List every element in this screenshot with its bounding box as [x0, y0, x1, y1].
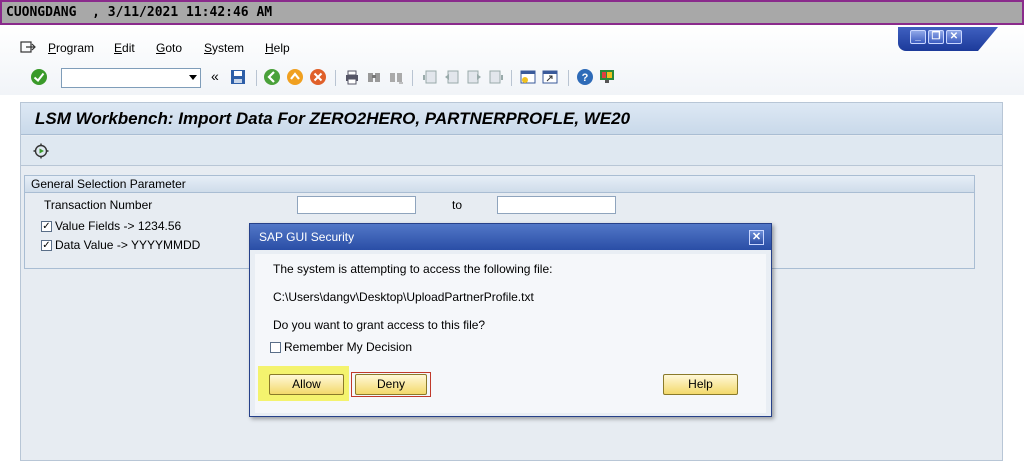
application-toolbar	[21, 136, 1002, 166]
help-icon[interactable]: ?	[576, 68, 594, 86]
page-title: LSM Workbench: Import Data For ZERO2HERO…	[35, 109, 631, 128]
customize-layout-icon[interactable]	[598, 68, 616, 86]
restore-button[interactable]: ❐	[928, 30, 944, 44]
print-icon[interactable]	[343, 68, 361, 86]
title-bar: CUONGDANG , 3/11/2021 11:42:46 AM	[0, 0, 1024, 25]
dialog-message: The system is attempting to access the f…	[273, 262, 553, 276]
toolbar-separator	[568, 70, 569, 86]
command-field[interactable]	[61, 68, 201, 88]
next-page-icon[interactable]	[465, 68, 483, 86]
dialog-close-button[interactable]: ✕	[749, 230, 764, 245]
cancel-icon[interactable]	[309, 68, 327, 86]
svg-text:?: ?	[582, 72, 589, 84]
menu-program[interactable]: Program	[48, 41, 94, 55]
deny-button-label: Deny	[376, 377, 405, 391]
collapse-command-field-button[interactable]: «	[211, 68, 219, 84]
remember-decision-checkbox[interactable]	[270, 342, 281, 353]
toolbar-separator	[335, 70, 336, 86]
allow-button[interactable]: Allow	[269, 374, 344, 395]
value-fields-label: Value Fields -> 1234.56	[55, 219, 182, 233]
transaction-number-from-input[interactable]	[297, 196, 416, 214]
find-icon[interactable]	[365, 68, 383, 86]
remember-decision-label: Remember My Decision	[284, 340, 413, 354]
new-session-icon[interactable]	[519, 68, 537, 86]
data-value-label: Data Value -> YYYYMMDD	[55, 238, 201, 252]
execute-icon[interactable]	[33, 143, 49, 159]
toolbar-separator	[256, 70, 257, 86]
menu-system[interactable]: System	[204, 41, 244, 55]
previous-page-icon[interactable]	[443, 68, 461, 86]
help-button[interactable]: Help	[663, 374, 738, 395]
transaction-number-label: Transaction Number	[44, 198, 153, 212]
minimize-button[interactable]: _	[910, 30, 926, 44]
value-fields-checkbox[interactable]: ✓	[41, 221, 52, 232]
group-title: General Selection Parameter	[31, 177, 186, 191]
back-icon[interactable]	[263, 68, 281, 86]
find-next-icon[interactable]	[387, 68, 405, 86]
menu-bar: Program Edit Goto System Help	[0, 37, 880, 59]
group-title-bar: General Selection Parameter	[25, 176, 974, 193]
menu-goto[interactable]: Goto	[156, 41, 182, 55]
dialog-question: Do you want to grant access to this file…	[273, 318, 486, 332]
toolbar-separator	[412, 70, 413, 86]
exit-icon[interactable]	[286, 68, 304, 86]
dialog-file-path: C:\Users\dangv\Desktop\UploadPartnerProf…	[273, 290, 534, 304]
menu-exit-icon[interactable]	[20, 40, 36, 54]
first-page-icon[interactable]	[421, 68, 439, 86]
transaction-number-to-input[interactable]	[497, 196, 616, 214]
data-value-checkbox[interactable]: ✓	[41, 240, 52, 251]
enter-check-icon[interactable]	[30, 68, 48, 86]
shortcut-icon[interactable]	[541, 68, 559, 86]
help-button-label: Help	[688, 377, 713, 391]
screen-header: LSM Workbench: Import Data For ZERO2HERO…	[21, 103, 1002, 135]
deny-button[interactable]: Deny	[355, 374, 427, 395]
dialog-title-bar: SAP GUI Security ✕	[250, 224, 771, 250]
menu-edit[interactable]: Edit	[114, 41, 135, 55]
toolbar-separator	[511, 70, 512, 86]
command-dropdown-icon[interactable]	[189, 75, 197, 80]
save-icon[interactable]	[229, 68, 247, 86]
window-controls: _ ❐ ✕	[898, 27, 998, 51]
close-window-button[interactable]: ✕	[946, 30, 962, 44]
dialog-title: SAP GUI Security	[259, 230, 355, 244]
menu-help[interactable]: Help	[265, 41, 290, 55]
to-label: to	[452, 198, 463, 212]
title-bar-text: CUONGDANG , 3/11/2021 11:42:46 AM	[6, 5, 273, 20]
last-page-icon[interactable]	[487, 68, 505, 86]
allow-button-label: Allow	[292, 377, 321, 391]
